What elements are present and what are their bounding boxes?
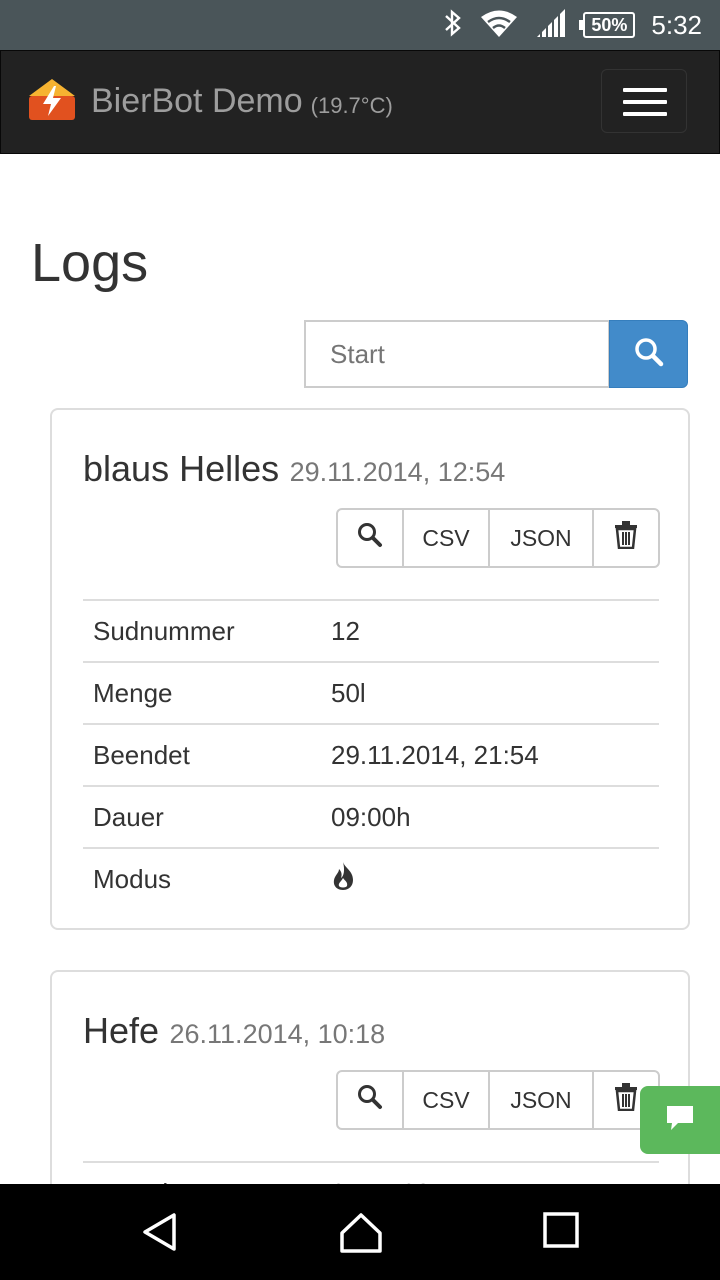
battery-icon: 50% <box>579 12 636 38</box>
row-label: Modus <box>83 847 331 909</box>
clock: 5:32 <box>651 9 702 40</box>
back-icon[interactable] <box>140 1212 180 1257</box>
search-icon <box>357 522 383 554</box>
search-icon <box>634 337 664 372</box>
row-label: Dauer <box>83 785 331 848</box>
row-value: 50l <box>331 661 659 724</box>
row-value: 12 <box>331 599 659 662</box>
page-title: Logs <box>31 233 149 293</box>
recents-icon[interactable] <box>543 1212 579 1253</box>
hamburger-icon <box>623 100 667 104</box>
json-button[interactable]: JSON <box>488 508 594 568</box>
log-date: 29.11.2014, 12:54 <box>289 457 506 487</box>
search-input[interactable] <box>304 320 610 388</box>
brand-link[interactable]: BierBot Demo (19.7°C) <box>27 76 393 127</box>
delete-log-button[interactable] <box>592 508 660 568</box>
app-navbar: BierBot Demo (19.7°C) <box>0 50 720 154</box>
wifi-icon <box>479 8 519 43</box>
search-icon <box>357 1084 383 1116</box>
view-log-button[interactable] <box>336 1070 404 1130</box>
log-name: blaus Helles <box>83 448 280 489</box>
row-label: Menge <box>83 661 331 724</box>
trash-icon <box>614 521 638 555</box>
temperature-reading: (19.7°C) <box>310 92 393 118</box>
system-navigation-bar <box>0 1184 720 1280</box>
trash-icon <box>614 1083 638 1117</box>
row-value <box>331 847 659 909</box>
hamburger-icon <box>623 88 667 92</box>
hamburger-icon <box>623 112 667 116</box>
chat-button[interactable] <box>640 1086 720 1154</box>
row-label: Sudnummer <box>83 599 331 662</box>
row-value: 29.11.2014, 21:54 <box>331 723 659 786</box>
status-bar: 50% 5:32 <box>0 0 720 50</box>
table-row: Menge 50l <box>83 661 659 724</box>
row-label: Beendet <box>83 723 331 786</box>
home-icon[interactable] <box>339 1212 383 1259</box>
log-details-table: Sudnummer 12 Menge 50l Beendet 29.11.2014, … <box>83 599 659 909</box>
row-value: 09:00h <box>331 785 659 848</box>
chat-icon <box>666 1105 694 1136</box>
log-actions: CSV JSON <box>336 1070 660 1130</box>
table-row: Beendet 29.11.2014, 21:54 <box>83 723 659 786</box>
csv-button[interactable]: CSV <box>402 508 490 568</box>
fire-icon <box>331 861 357 897</box>
signal-icon <box>535 8 567 43</box>
view-log-button[interactable] <box>336 508 404 568</box>
table-row: Sudnummer 12 <box>83 599 659 662</box>
battery-level: 50% <box>591 15 628 35</box>
brand-name: BierBot Demo <box>91 82 303 120</box>
search-button[interactable] <box>609 320 688 388</box>
csv-button[interactable]: CSV <box>402 1070 490 1130</box>
table-row: Modus <box>83 847 659 909</box>
bierbot-logo-icon <box>27 76 77 127</box>
table-row: Dauer 09:00h <box>83 785 659 848</box>
log-card: blaus Helles 29.11.2014, 12:54 CSV JSON … <box>50 408 690 930</box>
log-name: Hefe <box>83 1010 160 1051</box>
log-date: 26.11.2014, 10:18 <box>169 1019 386 1049</box>
bluetooth-icon <box>443 8 463 42</box>
log-actions: CSV JSON <box>336 508 660 568</box>
json-button[interactable]: JSON <box>488 1070 594 1130</box>
menu-toggle-button[interactable] <box>601 69 687 133</box>
